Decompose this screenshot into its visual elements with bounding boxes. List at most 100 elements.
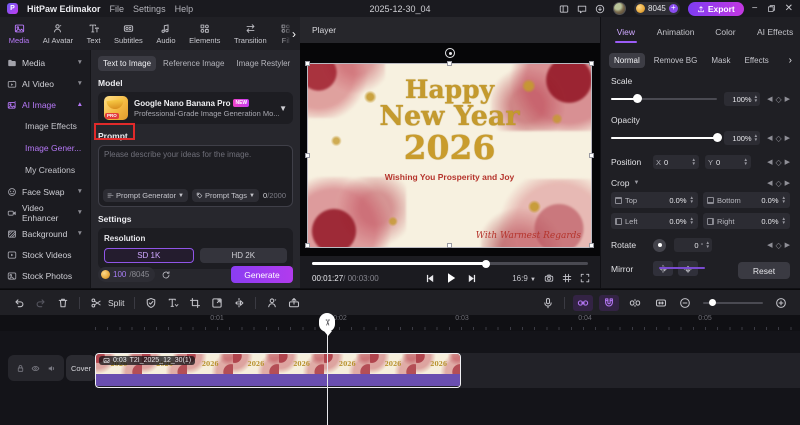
- tab-reference-image[interactable]: Reference Image: [158, 56, 229, 71]
- subtab-remove-bg[interactable]: Remove BG: [649, 53, 703, 68]
- model-selector[interactable]: PRO Google Nano Banana Pro NEW Professio…: [98, 92, 293, 124]
- sidebar-item-image-effects[interactable]: Image Effects: [0, 115, 90, 137]
- selection-handle[interactable]: [589, 61, 594, 66]
- snapshot-icon[interactable]: [544, 273, 554, 283]
- stepper-icon[interactable]: ▲ ▼: [706, 240, 710, 249]
- selection-handle[interactable]: [305, 153, 310, 158]
- position-x-box[interactable]: X 0 ▲ ▼: [653, 155, 699, 169]
- resolution-sd1k-button[interactable]: SD 1K: [104, 248, 194, 263]
- avatar-tool-button[interactable]: [261, 297, 283, 309]
- feedback-icon[interactable]: [577, 4, 587, 14]
- sidebar-item-stock-videos[interactable]: Stock Videos: [0, 244, 90, 265]
- stepper-icon[interactable]: ▲ ▼: [690, 195, 694, 204]
- sidebar-item-ai-video[interactable]: AI Video ▼: [0, 73, 90, 94]
- prev-frame-button[interactable]: [426, 274, 435, 283]
- zoom-in-button[interactable]: [770, 297, 792, 309]
- lock-icon[interactable]: [16, 364, 25, 373]
- crop-top-field[interactable]: Top 0.0% ▲ ▼: [611, 192, 698, 208]
- tab-text-to-image[interactable]: Text to Image: [98, 56, 157, 71]
- sidebar-item-stock-photos[interactable]: Stock Photos: [0, 265, 90, 286]
- snap-magnet-toggle[interactable]: [599, 294, 619, 311]
- preview-image[interactable]: Happy New Year 2026 Wishing You Prosperi…: [307, 63, 592, 248]
- sidebar-item-video-enhancer[interactable]: Video Enhancer ▼: [0, 202, 90, 223]
- prev-keyframe-icon[interactable]: ◀: [767, 158, 772, 166]
- zoom-out-button[interactable]: [674, 297, 696, 309]
- prompt-tags-button[interactable]: Prompt Tags ▼: [191, 189, 259, 202]
- aspect-ratio-select[interactable]: 16:9 ▼: [512, 274, 536, 283]
- tab-elements[interactable]: Elements: [182, 23, 227, 45]
- stepper-icon[interactable]: ▲ ▼: [782, 195, 786, 204]
- crop-right-field[interactable]: Right 0.0% ▲ ▼: [703, 213, 790, 229]
- export-button[interactable]: Export: [687, 1, 744, 16]
- timeline-clip[interactable]: 2026 2026 2026 2026 2026 2026 2026 2026 …: [95, 353, 461, 388]
- next-keyframe-icon[interactable]: ▶: [785, 179, 790, 187]
- tab-text[interactable]: Text: [80, 23, 107, 45]
- stepper-icon[interactable]: ▲ ▼: [692, 157, 696, 166]
- selection-handle[interactable]: [305, 61, 310, 66]
- selection-handle[interactable]: [589, 243, 594, 248]
- tab-view[interactable]: View: [601, 25, 651, 37]
- rotate-dial[interactable]: [653, 238, 666, 252]
- chevron-down-icon[interactable]: ▼: [633, 180, 639, 186]
- sidebar-item-media[interactable]: Media ▼: [0, 52, 90, 73]
- selection-handle[interactable]: [447, 61, 452, 66]
- sidebar-item-background[interactable]: Background ▼: [0, 223, 90, 244]
- layout-icon[interactable]: [559, 4, 569, 14]
- opacity-value-box[interactable]: 100% ▲ ▼: [724, 131, 761, 145]
- tab-animation[interactable]: Animation: [651, 25, 701, 37]
- timeline-zoom-slider[interactable]: [703, 299, 763, 306]
- zoom-slider-knob[interactable]: [709, 299, 716, 306]
- tab-subtitles[interactable]: Subtitles: [107, 23, 149, 45]
- menu-help[interactable]: Help: [175, 4, 194, 14]
- rotate-handle[interactable]: [445, 48, 455, 58]
- user-avatar[interactable]: [613, 2, 627, 15]
- keyframe-diamond-icon[interactable]: ◇: [775, 241, 781, 250]
- stepper-icon[interactable]: ▲ ▼: [690, 216, 694, 225]
- split-label[interactable]: Split: [108, 298, 125, 308]
- prev-keyframe-icon[interactable]: ◀: [767, 134, 772, 142]
- keyframe-diamond-icon[interactable]: ◇: [775, 134, 781, 143]
- mirror-tool-button[interactable]: [228, 297, 250, 309]
- next-keyframe-icon[interactable]: ▶: [785, 158, 790, 166]
- opacity-slider-knob[interactable]: [712, 133, 722, 143]
- keyframe-diamond-icon[interactable]: ◇: [775, 158, 781, 167]
- eye-icon[interactable]: [31, 364, 40, 373]
- generate-button[interactable]: Generate: [231, 266, 293, 283]
- close-button[interactable]: ✕: [785, 3, 793, 14]
- tab-color[interactable]: Color: [701, 25, 751, 37]
- minimize-button[interactable]: −: [752, 3, 758, 14]
- play-button[interactable]: [445, 272, 457, 284]
- reset-button[interactable]: Reset: [738, 262, 790, 279]
- voiceover-mic-button[interactable]: [537, 297, 559, 309]
- link-clips-toggle[interactable]: [573, 294, 593, 311]
- sidebar-item-face-swap[interactable]: Face Swap ▼: [0, 181, 90, 202]
- scale-slider-knob[interactable]: [633, 94, 643, 104]
- keyframe-diamond-icon[interactable]: ◇: [775, 95, 781, 104]
- prompt-generator-button[interactable]: Prompt Generator ▼: [103, 189, 188, 202]
- tab-media[interactable]: Media: [2, 23, 36, 45]
- more-tabs-chevron-icon[interactable]: ›: [280, 17, 300, 50]
- tab-audio[interactable]: Audio: [150, 23, 183, 45]
- delete-button[interactable]: [52, 297, 74, 309]
- subtab-mask[interactable]: Mask: [706, 53, 735, 68]
- fit-timeline-button[interactable]: [651, 295, 671, 311]
- tab-transition[interactable]: Transition: [227, 23, 273, 45]
- resize-tool-button[interactable]: [206, 297, 228, 309]
- speaker-icon[interactable]: [47, 364, 56, 373]
- stepper-icon[interactable]: ▲ ▼: [754, 133, 758, 142]
- prev-keyframe-icon[interactable]: ◀: [767, 95, 772, 103]
- stepper-icon[interactable]: ▲ ▼: [754, 94, 758, 103]
- undo-button[interactable]: [8, 297, 30, 309]
- tab-image-restyler[interactable]: Image Restyler: [231, 56, 295, 71]
- cover-button[interactable]: Cover: [66, 355, 96, 381]
- subtab-effects[interactable]: Effects: [739, 53, 773, 68]
- refresh-icon[interactable]: [161, 270, 171, 280]
- subtab-normal[interactable]: Normal: [609, 53, 645, 68]
- denoise-button[interactable]: [140, 297, 162, 309]
- selection-handle[interactable]: [589, 153, 594, 158]
- text-style-dropdown[interactable]: [162, 297, 184, 309]
- resolution-hd2k-button[interactable]: HD 2K: [199, 248, 287, 263]
- sidebar-item-image-generator[interactable]: Image Gener...: [0, 137, 90, 159]
- next-keyframe-icon[interactable]: ▶: [785, 95, 790, 103]
- next-keyframe-icon[interactable]: ▶: [785, 241, 790, 249]
